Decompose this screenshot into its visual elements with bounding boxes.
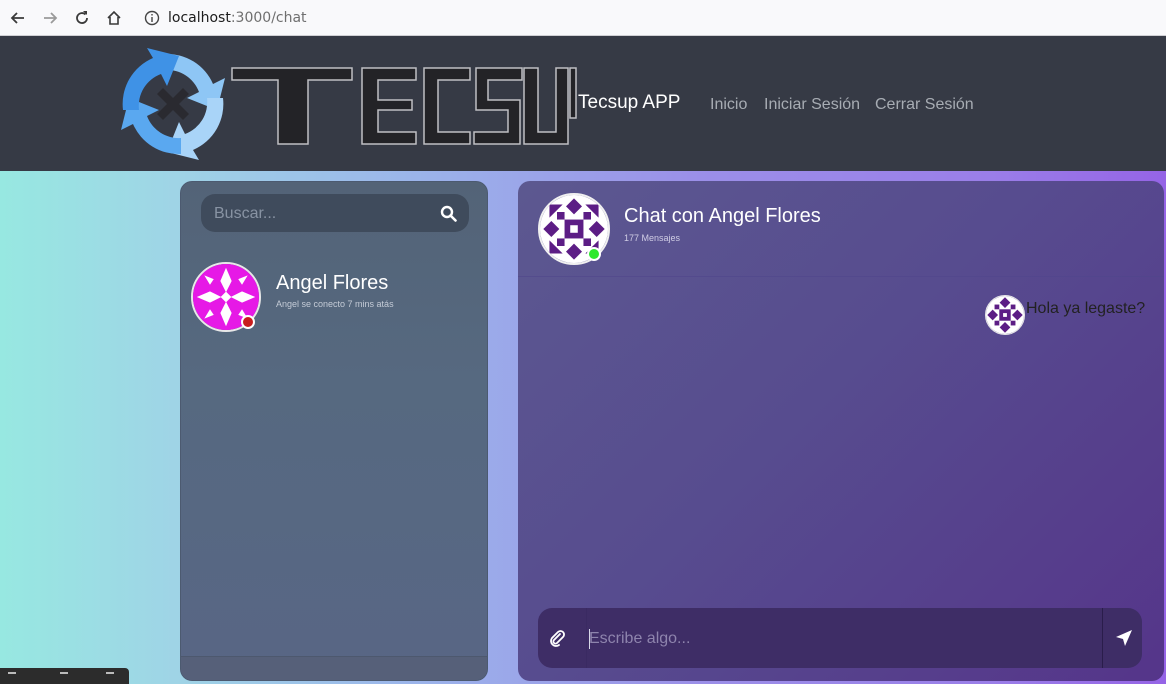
search-icon[interactable] xyxy=(440,205,457,222)
nav-link-cerrar-sesion[interactable]: Cerrar Sesión xyxy=(875,96,974,114)
info-icon[interactable] xyxy=(144,10,160,26)
message-text: Hola ya legaste? xyxy=(1026,300,1146,317)
nav-link-iniciar-sesion[interactable]: Iniciar Sesión xyxy=(764,96,860,114)
browser-toolbar: localhost:3000/chat xyxy=(0,0,1166,36)
back-icon[interactable] xyxy=(2,2,34,34)
chat-header-divider xyxy=(518,276,1164,277)
forward-icon[interactable] xyxy=(34,2,66,34)
contact-item[interactable]: Angel Flores Angel se conecto 7 mins atá… xyxy=(191,262,481,332)
paperclip-icon[interactable] xyxy=(548,629,566,647)
online-status-dot xyxy=(587,247,601,261)
contacts-panel: Buscar... Angel Flores Angel se conecto … xyxy=(180,181,488,681)
taskbar-icon[interactable] xyxy=(8,672,16,684)
message-placeholder: Escribe algo... xyxy=(589,630,691,647)
taskbar-icon[interactable] xyxy=(106,672,114,684)
contact-name: Angel Flores xyxy=(276,272,389,294)
send-button[interactable] xyxy=(1102,608,1142,668)
search-input[interactable]: Buscar... xyxy=(201,194,469,232)
send-icon xyxy=(1116,630,1132,646)
contact-last-seen: Angel se conecto 7 mins atás xyxy=(276,299,394,309)
message-avatar xyxy=(985,295,1025,335)
message-input[interactable]: Escribe algo... xyxy=(586,608,1102,668)
search-placeholder: Buscar... xyxy=(214,205,277,222)
brand-title[interactable]: Tecsup APP xyxy=(578,92,680,114)
url-host: localhost xyxy=(168,9,231,26)
taskbar-icon[interactable] xyxy=(60,672,68,684)
home-icon[interactable] xyxy=(98,2,130,34)
app-header: Tecsup APP Inicio Iniciar Sesión Cerrar … xyxy=(0,36,1166,171)
nav-link-inicio[interactable]: Inicio xyxy=(710,96,747,114)
chat-panel: Chat con Angel Flores 177 Mensajes Hola … xyxy=(518,181,1164,681)
reload-icon[interactable] xyxy=(66,2,98,34)
tecsup-logo[interactable] xyxy=(116,48,578,160)
taskbar-fragment xyxy=(0,668,129,684)
chat-title: Chat con Angel Flores xyxy=(624,205,821,227)
main-content: Buscar... Angel Flores Angel se conecto … xyxy=(0,171,1166,684)
url-text: localhost:3000/chat xyxy=(168,10,307,26)
panel-footer xyxy=(181,656,487,680)
message-count: 177 Mensajes xyxy=(624,233,681,243)
address-bar[interactable]: localhost:3000/chat xyxy=(144,0,307,36)
url-path: :3000/chat xyxy=(230,9,307,26)
message-composer: Escribe algo... xyxy=(538,608,1142,668)
offline-status-dot xyxy=(241,315,255,329)
